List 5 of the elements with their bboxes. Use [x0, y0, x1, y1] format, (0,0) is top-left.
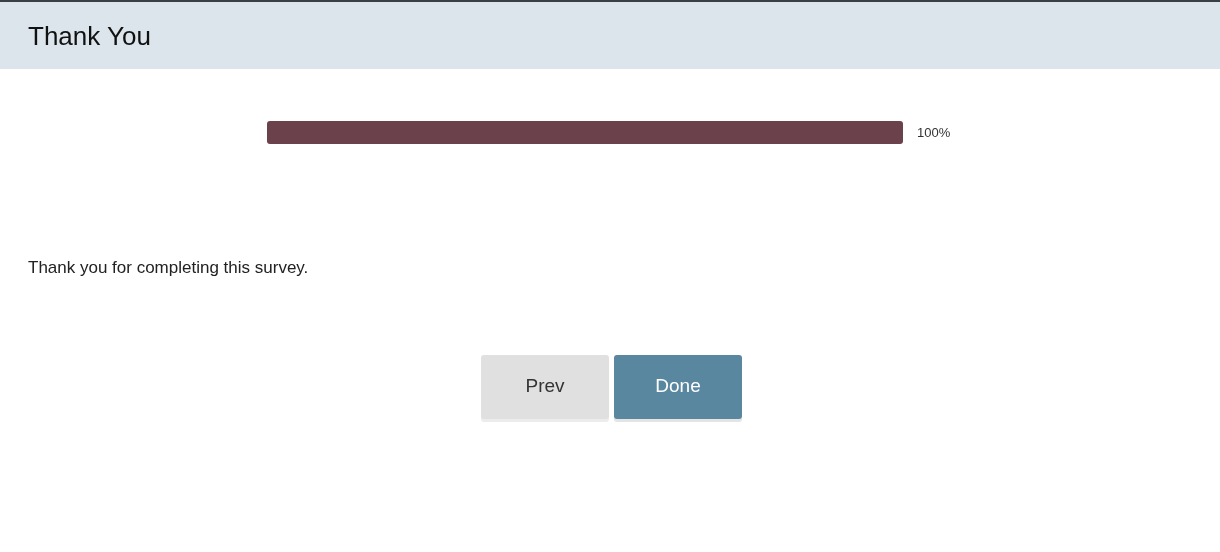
page-title: Thank You: [28, 22, 151, 49]
completion-message: Thank you for completing this survey.: [28, 257, 310, 279]
done-button[interactable]: Done: [614, 354, 742, 419]
prev-button[interactable]: Prev: [481, 354, 609, 419]
progress-percentage: 100%: [917, 123, 951, 142]
